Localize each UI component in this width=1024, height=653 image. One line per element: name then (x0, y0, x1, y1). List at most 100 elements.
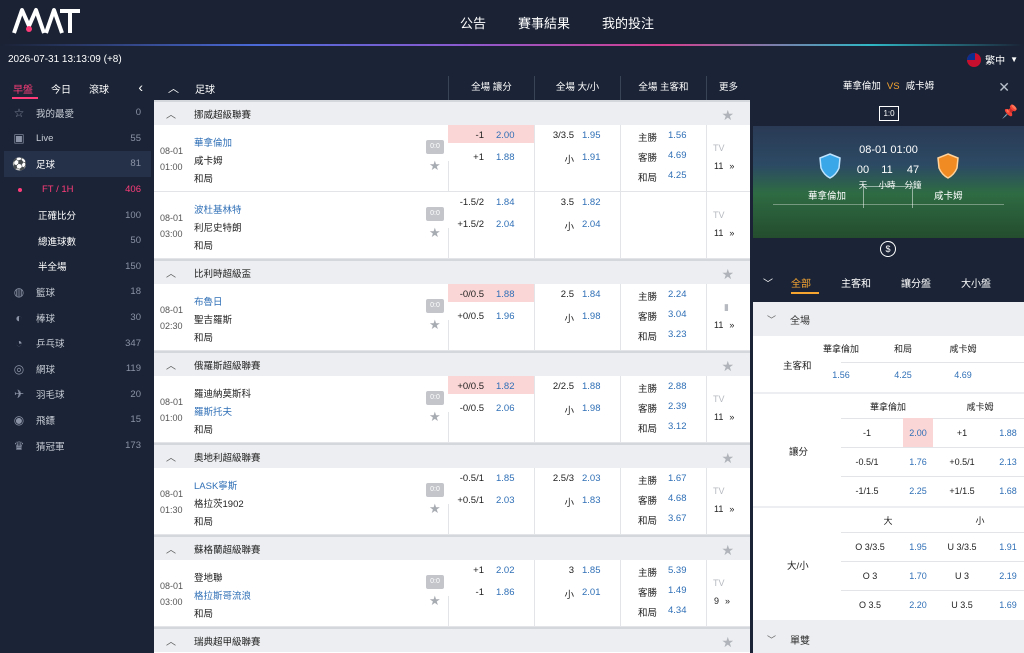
sidebar-item[interactable]: ◐ 棒球 30 (4, 305, 151, 331)
tab-over-under[interactable]: 大小盤 (961, 275, 991, 290)
collapse-league-icon[interactable]: ︿ (166, 357, 176, 372)
tv-icon[interactable]: TV (713, 486, 725, 496)
sidebar-item[interactable]: 正確比分 100 (4, 202, 151, 228)
language-selector[interactable]: 繁中 ▼ (967, 52, 1018, 67)
moneyline-odd[interactable]: 2.88 (668, 381, 687, 392)
handicap-odd[interactable]: 1.88 (496, 152, 515, 163)
league-header[interactable]: ︿ 挪威超級聯賽 ★ (154, 100, 750, 125)
nav-announcements[interactable]: 公告 (460, 13, 486, 32)
under-odd[interactable]: 1.69 (993, 600, 1023, 610)
handicap-cell[interactable]: +0/0.5 1.96 (448, 302, 534, 322)
away-team[interactable]: 咸卡姆 (194, 153, 223, 167)
moneyline-odd[interactable]: 4.34 (668, 605, 687, 616)
favorite-star-icon[interactable]: ★ (429, 317, 441, 333)
favorite-star-icon[interactable]: ★ (721, 358, 734, 375)
handicap-odd[interactable]: 2.13 (993, 457, 1023, 467)
tab-today[interactable]: 今日 (42, 81, 80, 96)
more-markets-link[interactable]: 11 » (714, 320, 734, 330)
cash-icon[interactable]: $ (880, 241, 896, 257)
under-odd[interactable]: 2.19 (993, 571, 1023, 581)
moneyline-odd[interactable]: 2.39 (668, 401, 687, 412)
moneyline-odd[interactable]: 4.25 (668, 170, 687, 181)
league-header[interactable]: ︿ 俄羅斯超級聯賽 ★ (154, 351, 750, 376)
tab-moneyline[interactable]: 主客和 (841, 275, 871, 290)
brand-logo[interactable] (12, 6, 82, 36)
tv-icon[interactable]: TV (713, 210, 725, 220)
handicap-cell[interactable]: +1 1.88 (448, 143, 534, 163)
nav-my-bets[interactable]: 我的投注 (602, 13, 654, 32)
over-odd[interactable]: 1.95 (903, 542, 933, 552)
over-odd[interactable]: 1.70 (903, 571, 933, 581)
favorite-star-icon[interactable]: ★ (721, 266, 734, 283)
sidebar-item[interactable]: ☆ 我的最愛 0 (4, 100, 151, 126)
handicap-odd[interactable]: 2.04 (496, 219, 515, 230)
handicap-odd[interactable]: 2.00 (496, 130, 515, 141)
section-full-time[interactable]: ﹀ 全場 (753, 302, 1024, 336)
sidebar-item[interactable]: 總進球數 50 (4, 228, 151, 254)
home-team[interactable]: 羅迪納莫斯科 (194, 386, 251, 400)
moneyline-odd[interactable]: 1.67 (668, 473, 687, 484)
nav-results[interactable]: 賽事結果 (518, 13, 570, 32)
favorite-star-icon[interactable]: ★ (429, 593, 441, 609)
away-team[interactable]: 羅斯托夫 (194, 404, 232, 418)
over-under-odd[interactable]: 2.04 (582, 219, 601, 230)
favorite-star-icon[interactable]: ★ (429, 225, 441, 241)
collapse-league-icon[interactable]: ︿ (166, 633, 176, 648)
moneyline-odd[interactable]: 3.23 (668, 329, 687, 340)
tab-early[interactable]: 早盤 (4, 81, 42, 96)
handicap-odd[interactable]: 1.86 (496, 587, 515, 598)
pin-icon[interactable]: 📌 (1002, 104, 1018, 120)
tab-live[interactable]: 滾球 (80, 81, 118, 96)
more-markets-link[interactable]: 11 » (714, 412, 734, 422)
sidebar-item[interactable]: ▣ Live 55 (4, 126, 151, 152)
handicap-odd[interactable]: 1.82 (496, 381, 515, 392)
over-under-odd[interactable]: 1.85 (582, 565, 601, 576)
more-markets-link[interactable]: 11 » (714, 228, 734, 238)
favorite-star-icon[interactable]: ★ (721, 450, 734, 467)
moneyline-odd[interactable]: 1.49 (668, 585, 687, 596)
collapse-league-icon[interactable]: ︿ (166, 265, 176, 280)
tab-handicap[interactable]: 讓分盤 (901, 275, 931, 290)
tv-icon[interactable]: TV (713, 394, 725, 404)
away-team[interactable]: 聖吉羅斯 (194, 312, 232, 326)
tv-icon[interactable]: TV (713, 578, 725, 588)
moneyline-odd[interactable]: 4.69 (668, 150, 687, 161)
home-team[interactable]: 布魯日 (194, 294, 223, 308)
handicap-odd[interactable]: 1.68 (993, 486, 1023, 496)
sidebar-item[interactable]: ◎ 網球 119 (4, 356, 151, 382)
over-under-odd[interactable]: 2.03 (582, 473, 601, 484)
handicap-odd[interactable]: 2.25 (903, 486, 933, 496)
favorite-star-icon[interactable]: ★ (721, 542, 734, 559)
handicap-odd[interactable]: 1.85 (496, 473, 515, 484)
away-team[interactable]: 格拉茨1902 (194, 496, 244, 510)
moneyline-odd[interactable]: 5.39 (668, 565, 687, 576)
away-team[interactable]: 格拉斯哥流浪 (194, 588, 251, 602)
favorite-star-icon[interactable]: ★ (429, 158, 441, 174)
collapse-all-icon[interactable]: ︿ (168, 80, 179, 96)
league-header[interactable]: ︿ 蘇格蘭超級聯賽 ★ (154, 535, 750, 560)
collapse-league-icon[interactable]: ︿ (166, 449, 176, 464)
over-odd[interactable]: 2.20 (903, 600, 933, 610)
moneyline-odd[interactable]: 2.24 (668, 289, 687, 300)
league-header[interactable]: ︿ 比利時超級盃 ★ (154, 259, 750, 284)
handicap-odd[interactable]: 2.03 (496, 495, 515, 506)
handicap-cell[interactable]: +0.5/1 2.03 (448, 486, 534, 506)
moneyline-odd[interactable]: 3.04 (668, 309, 687, 320)
home-team[interactable]: LASK寧斯 (194, 478, 237, 492)
handicap-odd[interactable]: 1.96 (496, 311, 515, 322)
handicap-odd[interactable]: 2.02 (496, 565, 515, 576)
moneyline-odd[interactable]: 3.67 (668, 513, 687, 524)
over-under-odd[interactable]: 1.95 (582, 130, 601, 141)
more-markets-link[interactable]: 11 » (714, 504, 734, 514)
tv-icon[interactable]: TV (713, 143, 725, 153)
handicap-cell[interactable]: -1 1.86 (448, 578, 534, 598)
handicap-odd[interactable]: 1.76 (903, 457, 933, 467)
chevron-down-icon[interactable]: ﹀ (767, 313, 776, 326)
league-header[interactable]: ︿ 瑞典超甲級聯賽 ★ (154, 627, 750, 652)
home-team[interactable]: 華拿倫加 (194, 135, 232, 149)
favorite-star-icon[interactable]: ★ (721, 634, 734, 651)
more-markets-link[interactable]: 11 » (714, 161, 734, 171)
league-header[interactable]: ︿ 奧地利超級聯賽 ★ (154, 443, 750, 468)
sidebar-item[interactable]: ◉ 飛鏢 15 (4, 407, 151, 433)
over-under-odd[interactable]: 1.83 (582, 495, 601, 506)
